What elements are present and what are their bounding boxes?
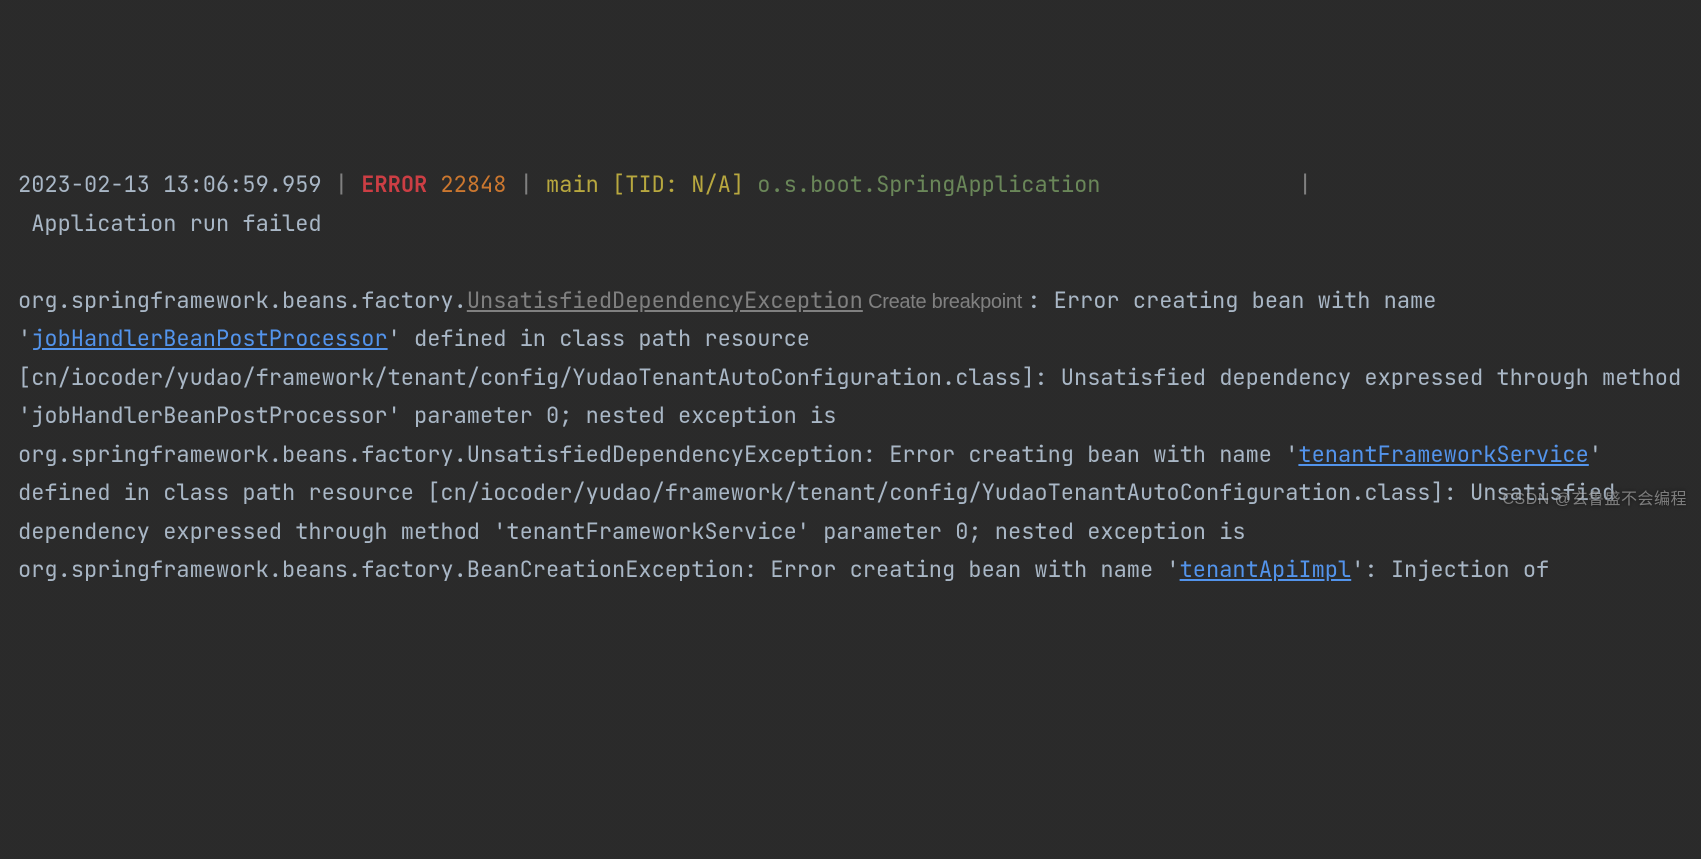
process-id: 22848 — [427, 170, 506, 199]
bean-link-jobhandler[interactable]: jobHandlerBeanPostProcessor — [31, 324, 387, 353]
log-header-line: 2023-02-13 13:06:59.959 | ERROR 22848 | … — [18, 166, 1683, 243]
separator: | — [322, 170, 362, 199]
stacktrace-block: org.springframework.beans.factory.Unsati… — [18, 282, 1683, 590]
trailing-pipe: | — [1100, 170, 1311, 199]
exception-class-link[interactable]: UnsatisfiedDependencyException — [467, 286, 863, 315]
bean-link-tenantapiimpl[interactable]: tenantApiImpl — [1180, 555, 1352, 584]
log-message: Application run failed — [18, 209, 322, 238]
trace-text: ': Injection of — [1351, 555, 1549, 584]
create-breakpoint-button[interactable]: Create breakpoint — [863, 291, 1027, 313]
watermark: CSDN @玄鲁盛不会编程 — [1502, 486, 1687, 514]
trace-text: org.springframework.beans.factory. — [18, 286, 467, 315]
bean-link-tenantframework[interactable]: tenantFrameworkService — [1298, 440, 1588, 469]
timestamp: 2023-02-13 13:06:59.959 — [18, 170, 322, 199]
thread-name: main [TID: N/A] — [546, 170, 744, 199]
log-level-error: ERROR — [361, 170, 427, 199]
separator: | — [506, 170, 546, 199]
logger-name: o.s.boot.SpringApplication — [757, 170, 1100, 199]
